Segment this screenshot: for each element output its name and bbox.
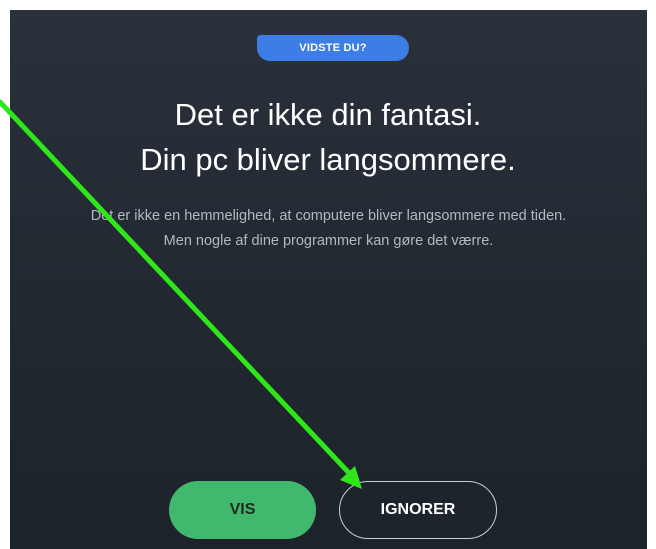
title-line-2: Din pc bliver langsommere. [140,142,516,177]
dialog-description: Det er ikke en hemmelighed, at computere… [20,204,637,254]
title-line-1: Det er ikke din fantasi. [174,97,482,132]
did-you-know-badge: VIDSTE DU? [257,35,409,61]
description-line-1: Det er ikke en hemmelighed, at computere… [90,208,567,224]
ignore-button[interactable]: IGNORER [339,481,497,539]
show-button[interactable]: VIS [169,481,316,539]
dialog-panel [10,10,647,549]
description-line-2: Men nogle af dine programmer kan gøre de… [163,233,494,249]
dialog-title: Det er ikke din fantasi. Din pc bliver l… [0,92,656,182]
